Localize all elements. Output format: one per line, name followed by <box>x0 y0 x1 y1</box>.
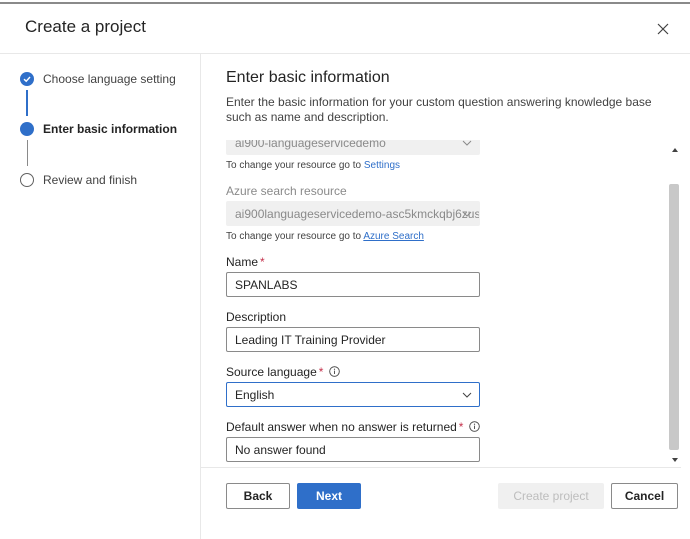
search-resource-select: ai900languageservicedemo-asc5kmckqbj6zus <box>226 201 480 226</box>
source-language-select[interactable]: English <box>226 382 480 407</box>
close-icon[interactable] <box>652 18 674 40</box>
default-answer-input[interactable]: No answer found <box>226 437 480 462</box>
step-label: Review and finish <box>43 173 138 187</box>
required-mark: * <box>318 365 324 379</box>
form-scroll-area[interactable]: ai900-languageservicedemo To change your… <box>201 140 667 467</box>
scroll-up-icon[interactable] <box>671 146 679 154</box>
current-step-icon <box>20 122 34 136</box>
scrollbar-thumb[interactable] <box>669 184 679 450</box>
create-project-button: Create project <box>498 483 604 509</box>
step-review-finish[interactable]: Review and finish <box>20 173 137 187</box>
chevron-down-icon <box>462 140 472 146</box>
source-language-label: Source language * <box>226 365 341 379</box>
checkmark-icon <box>20 72 34 86</box>
create-project-dialog: Create a project Choose language setting… <box>0 0 690 539</box>
source-language-label-text: Source language <box>226 365 317 379</box>
description-label: Description <box>226 310 287 324</box>
language-resource-hint: To change your resource go to Settings <box>226 160 400 171</box>
name-value: SPANLABS <box>235 278 298 292</box>
section-description: Enter the basic information for your cus… <box>226 95 652 124</box>
default-answer-value: No answer found <box>235 443 326 457</box>
next-button[interactable]: Next <box>297 483 361 509</box>
cancel-button[interactable]: Cancel <box>611 483 678 509</box>
form-scrollbar[interactable] <box>668 140 682 467</box>
step-label: Enter basic information <box>43 122 178 136</box>
pending-step-icon <box>20 173 34 187</box>
section-title: Enter basic information <box>226 69 390 86</box>
chevron-down-icon <box>462 211 472 217</box>
default-answer-label-text: Default answer when no answer is returne… <box>226 420 457 434</box>
search-resource-hint: To change your resource go to Azure Sear… <box>226 231 424 242</box>
step-label: Choose language setting <box>43 72 176 86</box>
language-resource-value: ai900-languageservicedemo <box>235 140 386 150</box>
description-input[interactable]: Leading IT Training Provider <box>226 327 480 352</box>
header-divider <box>0 53 690 54</box>
top-border <box>0 2 690 4</box>
scroll-down-icon[interactable] <box>671 456 679 464</box>
language-resource-select: ai900-languageservicedemo <box>226 140 480 155</box>
azure-search-link[interactable]: Azure Search <box>363 231 424 242</box>
footer-divider <box>201 467 681 468</box>
hint-text: To change your resource go to <box>226 231 364 242</box>
required-mark: * <box>458 420 464 434</box>
description-value: Leading IT Training Provider <box>235 333 386 347</box>
dialog-title: Create a project <box>25 17 146 36</box>
hint-text: To change your resource go to <box>226 160 364 171</box>
step-connector <box>27 140 28 166</box>
settings-link[interactable]: Settings <box>364 160 400 171</box>
chevron-down-icon <box>462 392 472 398</box>
back-button[interactable]: Back <box>226 483 290 509</box>
info-icon[interactable] <box>469 421 481 432</box>
default-answer-label: Default answer when no answer is returne… <box>226 420 481 434</box>
step-choose-language[interactable]: Choose language setting <box>20 72 176 86</box>
name-input[interactable]: SPANLABS <box>226 272 480 297</box>
name-label: Name * <box>226 255 265 269</box>
search-resource-value: ai900languageservicedemo-asc5kmckqbj6zus <box>235 207 480 221</box>
step-connector <box>26 90 28 116</box>
name-label-text: Name <box>226 255 259 269</box>
info-icon[interactable] <box>329 366 341 377</box>
step-enter-basic-info[interactable]: Enter basic information <box>20 122 177 136</box>
required-mark: * <box>260 255 265 269</box>
search-resource-label: Azure search resource <box>226 184 347 198</box>
source-language-value: English <box>235 388 275 402</box>
